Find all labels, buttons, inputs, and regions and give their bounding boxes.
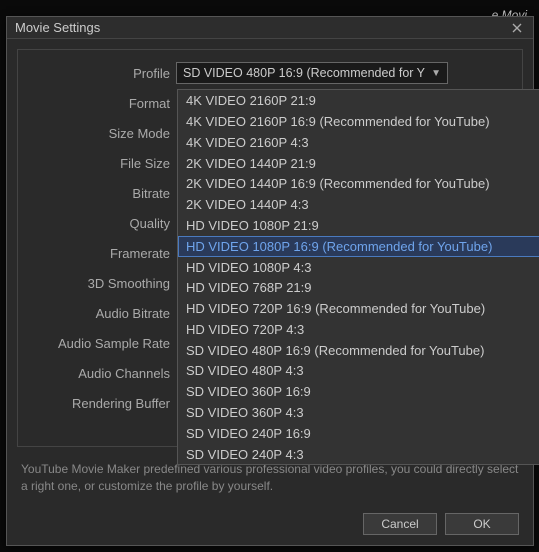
cancel-button[interactable]: Cancel (363, 513, 437, 535)
label-size-mode: Size Mode (28, 126, 176, 141)
dropdown-option[interactable]: 4K VIDEO 2160P 4:3 (178, 132, 539, 153)
label-bitrate: Bitrate (28, 186, 176, 201)
dropdown-option[interactable]: HD VIDEO 720P 4:3 (178, 319, 539, 340)
label-framerate: Framerate (28, 246, 176, 261)
label-3d-smoothing: 3D Smoothing (28, 276, 176, 291)
movie-settings-dialog: Movie Settings Profile SD VIDEO 480P 16:… (6, 16, 534, 546)
label-profile: Profile (28, 66, 176, 81)
dropdown-option[interactable]: 4K VIDEO 2160P 21:9 (178, 90, 539, 111)
button-row: Cancel OK (17, 513, 523, 535)
ok-button[interactable]: OK (445, 513, 519, 535)
dialog-content: Profile SD VIDEO 480P 16:9 (Recommended … (7, 39, 533, 545)
dropdown-option[interactable]: HD VIDEO 768P 21:9 (178, 277, 539, 298)
dropdown-option[interactable]: SD VIDEO 240P 4:3 (178, 444, 539, 465)
dropdown-option[interactable]: HD VIDEO 1080P 16:9 (Recommended for You… (178, 236, 539, 257)
label-audio-bitrate: Audio Bitrate (28, 306, 176, 321)
dropdown-option[interactable]: SD VIDEO 240P 16:9 (178, 423, 539, 444)
label-audio-channels: Audio Channels (28, 366, 176, 381)
dropdown-option[interactable]: 2K VIDEO 1440P 21:9 (178, 153, 539, 174)
dropdown-option[interactable]: HD VIDEO 720P 16:9 (Recommended for YouT… (178, 298, 539, 319)
row-profile: Profile SD VIDEO 480P 16:9 (Recommended … (28, 58, 512, 88)
dropdown-option[interactable]: SD VIDEO 480P 4:3 (178, 361, 539, 382)
label-file-size: File Size (28, 156, 176, 171)
dropdown-option[interactable]: 2K VIDEO 1440P 4:3 (178, 194, 539, 215)
dialog-title: Movie Settings (15, 20, 509, 35)
chevron-down-icon: ▼ (431, 68, 441, 79)
label-rendering-buffer: Rendering Buffer (28, 396, 176, 411)
titlebar: Movie Settings (7, 17, 533, 39)
dropdown-option[interactable]: HD VIDEO 1080P 21:9 (178, 215, 539, 236)
label-audio-sample-rate: Audio Sample Rate (28, 336, 176, 351)
dropdown-option[interactable]: HD VIDEO 1080P 4:3 (178, 257, 539, 278)
dropdown-option[interactable]: 2K VIDEO 1440P 16:9 (Recommended for You… (178, 174, 539, 195)
label-format: Format (28, 96, 176, 111)
profile-select[interactable]: SD VIDEO 480P 16:9 (Recommended for Y ▼ (176, 62, 448, 84)
close-icon[interactable] (509, 20, 525, 36)
dropdown-option[interactable]: SD VIDEO 360P 4:3 (178, 402, 539, 423)
form-panel: Profile SD VIDEO 480P 16:9 (Recommended … (17, 49, 523, 447)
profile-dropdown-list[interactable]: 4K VIDEO 2160P 21:94K VIDEO 2160P 16:9 (… (177, 89, 539, 465)
dropdown-option[interactable]: SD VIDEO 360P 16:9 (178, 381, 539, 402)
dropdown-option[interactable]: SD VIDEO 480P 16:9 (Recommended for YouT… (178, 340, 539, 361)
label-quality: Quality (28, 216, 176, 231)
profile-select-value: SD VIDEO 480P 16:9 (Recommended for Y (183, 66, 431, 80)
dropdown-option[interactable]: 4K VIDEO 2160P 16:9 (Recommended for You… (178, 111, 539, 132)
description-text: YouTube Movie Maker predefined various p… (17, 461, 523, 495)
